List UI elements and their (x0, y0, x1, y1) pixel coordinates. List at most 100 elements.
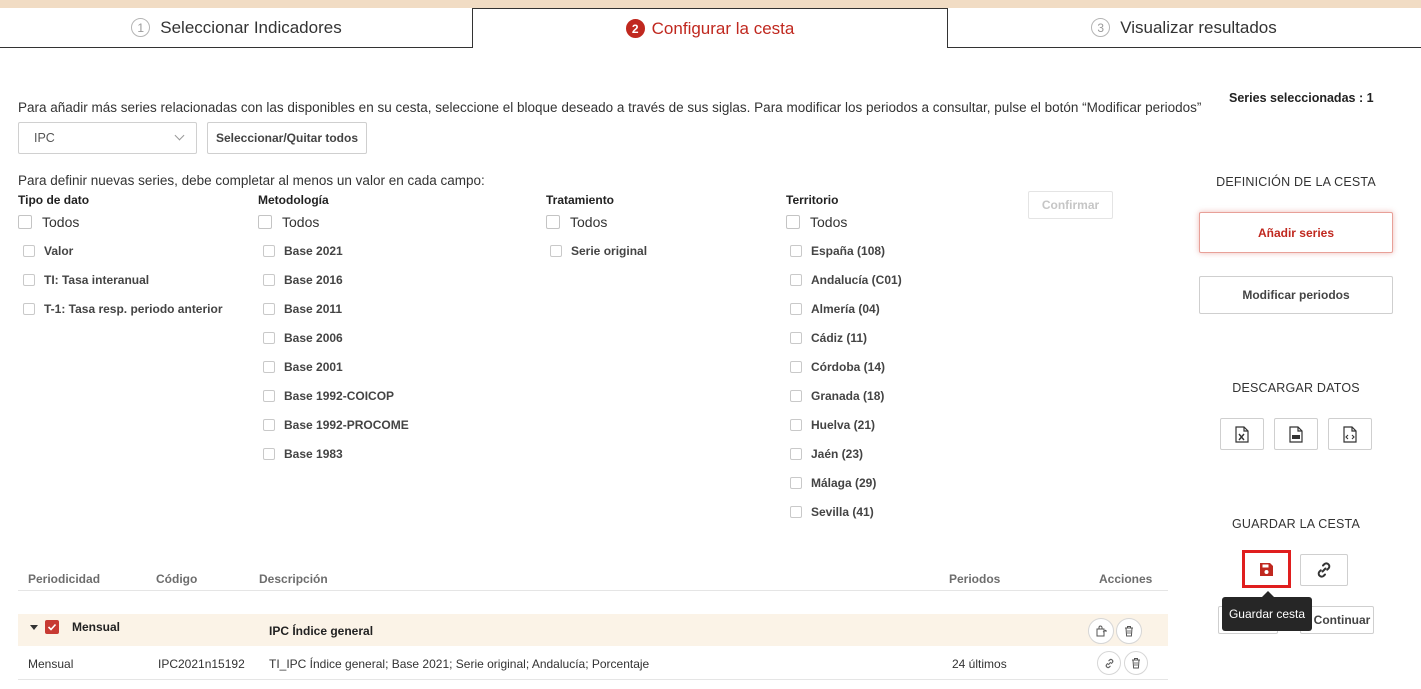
code-file-icon (1343, 425, 1357, 443)
option-metodologia[interactable]: Base 1983 (263, 447, 343, 461)
caret-down-icon[interactable] (30, 625, 38, 630)
option-territorio[interactable]: Andalucía (C01) (790, 273, 902, 287)
checkbox[interactable] (23, 303, 35, 315)
checkbox[interactable] (263, 361, 275, 373)
add-series-button[interactable]: Añadir series (1199, 212, 1393, 253)
checkbox-label: Todos (570, 214, 608, 230)
option-tipo[interactable]: Valor (23, 244, 73, 258)
checkbox[interactable] (790, 390, 802, 402)
checkbox[interactable] (263, 303, 275, 315)
group-checkbox[interactable] (45, 620, 59, 634)
checkbox[interactable] (790, 477, 802, 489)
checkbox[interactable] (263, 332, 275, 344)
floppy-disk-icon (1260, 562, 1273, 576)
column-header-periodicidad[interactable]: Periodicidad (28, 572, 100, 586)
trash-icon (1125, 626, 1133, 637)
option-territorio[interactable]: España (108) (790, 244, 885, 258)
checkbox[interactable] (790, 274, 802, 286)
option-tipo[interactable]: TI: Tasa interanual (23, 273, 149, 287)
option-metodologia[interactable]: Base 1992-PROCOME (263, 418, 409, 432)
filter-title-territorio: Territorio (786, 193, 839, 207)
checkbox[interactable] (550, 245, 562, 257)
checkbox[interactable] (790, 332, 802, 344)
option-label: Base 2011 (284, 302, 343, 316)
option-territorio[interactable]: Sevilla (41) (790, 505, 874, 519)
row-descripcion: TI_IPC Índice general; Base 2021; Serie … (269, 657, 650, 671)
option-metodologia[interactable]: Base 1992-COICOP (263, 389, 394, 403)
option-label: Málaga (29) (811, 476, 877, 490)
option-metodologia[interactable]: Base 2011 (263, 302, 342, 316)
checkbox[interactable] (790, 303, 802, 315)
option-metodologia[interactable]: Base 2001 (263, 360, 343, 374)
filter-title-tipo: Tipo de dato (18, 193, 90, 207)
group-description: IPC Índice general (269, 624, 374, 638)
option-territorio[interactable]: Córdoba (14) (790, 360, 885, 374)
checkbox[interactable] (263, 419, 275, 431)
todos-checkbox-metodologia[interactable]: Todos (258, 214, 319, 230)
option-territorio[interactable]: Málaga (29) (790, 476, 876, 490)
download-code-button[interactable] (1328, 418, 1372, 450)
tab-visualizar-resultados[interactable]: 3 Visualizar resultados (947, 8, 1421, 48)
checkbox[interactable] (790, 361, 802, 373)
column-header-periodos[interactable]: Periodos (949, 572, 1000, 586)
link-icon (1317, 562, 1331, 578)
download-csv-button[interactable] (1274, 418, 1318, 450)
column-header-codigo[interactable]: Código (156, 572, 197, 586)
delete-series-button[interactable] (1124, 651, 1148, 675)
excel-file-icon (1235, 425, 1249, 443)
block-select[interactable]: IPC (18, 122, 197, 154)
option-metodologia[interactable]: Base 2016 (263, 273, 343, 287)
tab-label: Seleccionar Indicadores (160, 17, 342, 37)
cesta-section-title: DEFINICIÓN DE LA CESTA (1216, 175, 1376, 189)
todos-checkbox-tipo[interactable]: Todos (18, 214, 79, 230)
checkbox[interactable] (263, 448, 275, 460)
share-link-button[interactable] (1300, 554, 1348, 586)
checkbox[interactable] (23, 274, 35, 286)
copy-group-button[interactable] (1088, 618, 1114, 644)
column-header-descripcion[interactable]: Descripción (259, 572, 328, 586)
checkbox[interactable] (790, 448, 802, 460)
series-link-button[interactable] (1097, 651, 1121, 675)
option-label: Cádiz (11) (811, 331, 868, 345)
tab-configurar-cesta[interactable]: 2 Configurar la cesta (472, 8, 948, 48)
checkbox[interactable] (263, 245, 275, 257)
row-codigo: IPC2021n15192 (158, 657, 245, 671)
option-metodologia[interactable]: Base 2021 (263, 244, 343, 258)
basket-export-icon (1096, 625, 1107, 637)
checkbox[interactable] (790, 245, 802, 257)
chevron-down-icon (174, 130, 185, 141)
delete-group-button[interactable] (1116, 618, 1142, 644)
select-all-button[interactable]: Seleccionar/Quitar todos (207, 122, 367, 154)
checkbox[interactable] (258, 215, 272, 229)
step-number: 1 (131, 18, 151, 37)
checkbox[interactable] (790, 419, 802, 431)
option-label: Base 2001 (284, 360, 343, 374)
tab-seleccionar-indicadores[interactable]: 1 Seleccionar Indicadores (0, 8, 473, 48)
save-basket-button[interactable] (1242, 550, 1291, 588)
option-territorio[interactable]: Granada (18) (790, 389, 884, 403)
option-tratamiento[interactable]: Serie original (550, 244, 647, 258)
todos-checkbox-tratamiento[interactable]: Todos (546, 214, 607, 230)
option-tipo[interactable]: T-1: Tasa resp. periodo anterior (23, 302, 223, 316)
checkbox[interactable] (546, 215, 560, 229)
modify-periods-button[interactable]: Modificar periodos (1199, 276, 1393, 314)
checkbox[interactable] (786, 215, 800, 229)
checkbox[interactable] (23, 245, 35, 257)
todos-checkbox-territorio[interactable]: Todos (786, 214, 847, 230)
download-excel-button[interactable] (1220, 418, 1264, 450)
confirm-button[interactable]: Confirmar (1028, 191, 1113, 219)
option-metodologia[interactable]: Base 2006 (263, 331, 343, 345)
csv-file-icon (1289, 425, 1303, 443)
option-territorio[interactable]: Cádiz (11) (790, 331, 867, 345)
series-count: Series seleccionadas : 1 (1229, 91, 1374, 105)
option-territorio[interactable]: Huelva (21) (790, 418, 875, 432)
option-territorio[interactable]: Almería (04) (790, 302, 880, 316)
checkbox[interactable] (263, 274, 275, 286)
checkbox[interactable] (790, 506, 802, 518)
checkbox[interactable] (18, 215, 32, 229)
option-label: Serie original (571, 244, 648, 258)
tab-label: Visualizar resultados (1120, 17, 1277, 37)
continue-label: Continuar (1313, 613, 1371, 627)
checkbox[interactable] (263, 390, 275, 402)
option-territorio[interactable]: Jaén (23) (790, 447, 863, 461)
